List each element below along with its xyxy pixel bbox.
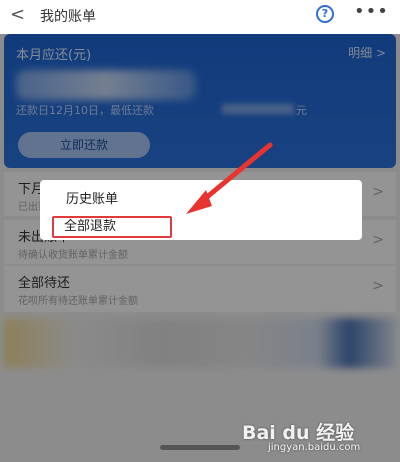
more-options-icon[interactable]: ••• <box>354 1 389 22</box>
page-title: 我的账单 <box>40 9 96 25</box>
baidu-jingyan-watermark-logo: Bai du 经验 <box>242 422 355 444</box>
top-bar: < 我的账单 ? ••• <box>0 0 400 34</box>
modal-overlay[interactable] <box>0 34 400 462</box>
menu-item-history-bills[interactable]: 历史账单 <box>66 188 118 207</box>
options-menu: 历史账单 全部退款 <box>40 180 362 240</box>
menu-item-all-refunds[interactable]: 全部退款 <box>52 216 172 238</box>
home-indicator[interactable] <box>160 445 240 450</box>
help-icon[interactable]: ? <box>316 5 334 23</box>
back-arrow-icon[interactable]: < <box>10 4 25 25</box>
watermark-url: jingyan.baidu.com <box>268 442 361 453</box>
